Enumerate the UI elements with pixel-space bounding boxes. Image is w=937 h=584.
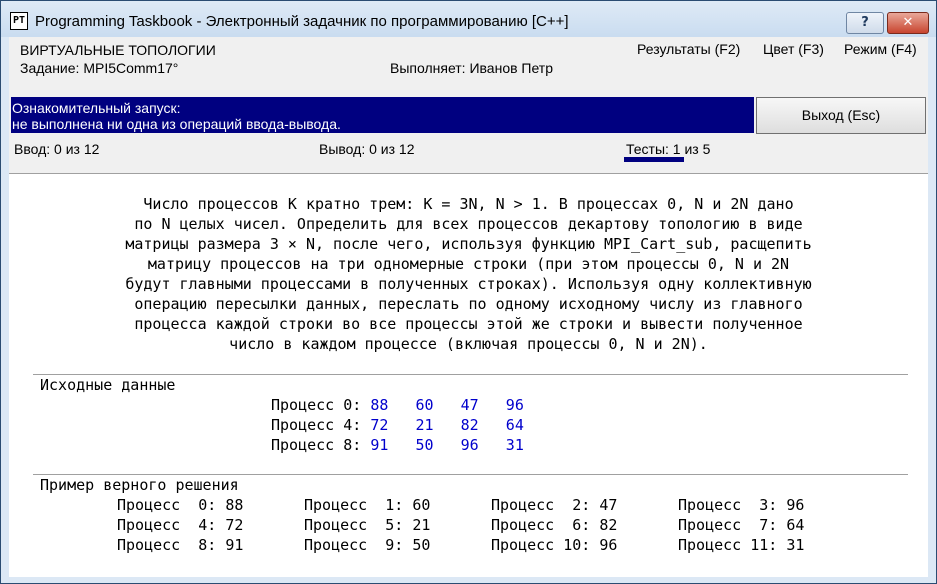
input-row: Процесс 8: 91 50 96 31 — [271, 436, 524, 454]
description-line: операцию пересылки данных, переслать по … — [134, 295, 803, 313]
tests-status[interactable]: Тесты: 1 из 5 — [626, 141, 710, 157]
task-name: Задание: MPI5Comm17° — [20, 60, 179, 76]
example-cell: Процесс 6: 82 — [491, 516, 618, 534]
input-section-label: Исходные данные — [40, 376, 176, 394]
separator-example — [33, 474, 908, 475]
tests-progress-bar — [624, 157, 684, 162]
exit-button[interactable]: Выход (Esc) — [756, 97, 926, 134]
close-button[interactable]: ✕ — [887, 12, 929, 34]
example-cell: Процесс 11: 31 — [678, 536, 805, 554]
example-cell: Процесс 7: 64 — [678, 516, 805, 534]
example-cell: Процесс 2: 47 — [491, 496, 618, 514]
example-cell: Процесс 1: 60 — [304, 496, 431, 514]
description-line: матрицу процессов на три одномерные стро… — [147, 255, 790, 273]
input-row: Процесс 0: 88 60 47 96 — [271, 396, 524, 414]
description-line: число в каждом процессе (включая процесс… — [229, 335, 708, 353]
window-title: Programming Taskbook - Электронный задач… — [35, 13, 569, 30]
input-row-label: Процесс 0: — [271, 396, 362, 414]
description-line: будут главными процессами в полученных с… — [125, 275, 812, 293]
description-line: Число процессов K кратно трем: K = 3N, N… — [143, 195, 794, 213]
task-content: Число процессов K кратно трем: K = 3N, N… — [9, 173, 928, 577]
description-line: матрицы размера 3 × N, после чего, испол… — [125, 235, 812, 253]
example-cell: Процесс 10: 96 — [491, 536, 618, 554]
performer-name: Выполняет: Иванов Петр — [390, 60, 554, 76]
example-cell: Процесс 9: 50 — [304, 536, 431, 554]
example-cell: Процесс 4: 72 — [117, 516, 244, 534]
info-line-2: не выполнена ни одна из операций ввода-в… — [12, 116, 341, 132]
example-cell: Процесс 8: 91 — [117, 536, 244, 554]
example-cell: Процесс 3: 96 — [678, 496, 805, 514]
help-button[interactable]: ? — [846, 12, 884, 34]
info-panel: Ознакомительный запуск: не выполнена ни … — [11, 97, 754, 133]
menu-color[interactable]: Цвет (F3) — [763, 41, 824, 57]
topic-title: ВИРТУАЛЬНЫЕ ТОПОЛОГИИ — [20, 42, 216, 58]
input-row-values: 88 60 47 96 — [370, 396, 524, 414]
menu-results[interactable]: Результаты (F2) — [637, 41, 740, 57]
client-area: ВИРТУАЛЬНЫЕ ТОПОЛОГИИ Задание: MPI5Comm1… — [9, 37, 928, 577]
example-cell: Процесс 0: 88 — [117, 496, 244, 514]
output-status: Вывод: 0 из 12 — [319, 141, 415, 157]
example-cell: Процесс 5: 21 — [304, 516, 431, 534]
input-row-label: Процесс 8: — [271, 436, 362, 454]
title-bar[interactable]: PT Programming Taskbook - Электронный за… — [1, 1, 936, 37]
input-row: Процесс 4: 72 21 82 64 — [271, 416, 524, 434]
example-section-label: Пример верного решения — [40, 476, 239, 494]
description-line: процесса каждой строки во все процессы э… — [134, 315, 803, 333]
separator-input — [33, 374, 908, 375]
app-icon: PT — [10, 12, 28, 30]
input-row-values: 91 50 96 31 — [370, 436, 524, 454]
info-line-1: Ознакомительный запуск: — [12, 100, 181, 116]
menu-mode[interactable]: Режим (F4) — [844, 41, 917, 57]
input-row-label: Процесс 4: — [271, 416, 362, 434]
description-line: по N целых чисел. Определить для всех пр… — [134, 215, 803, 233]
input-row-values: 72 21 82 64 — [370, 416, 524, 434]
app-window: PT Programming Taskbook - Электронный за… — [0, 0, 937, 584]
input-status: Ввод: 0 из 12 — [14, 141, 100, 157]
